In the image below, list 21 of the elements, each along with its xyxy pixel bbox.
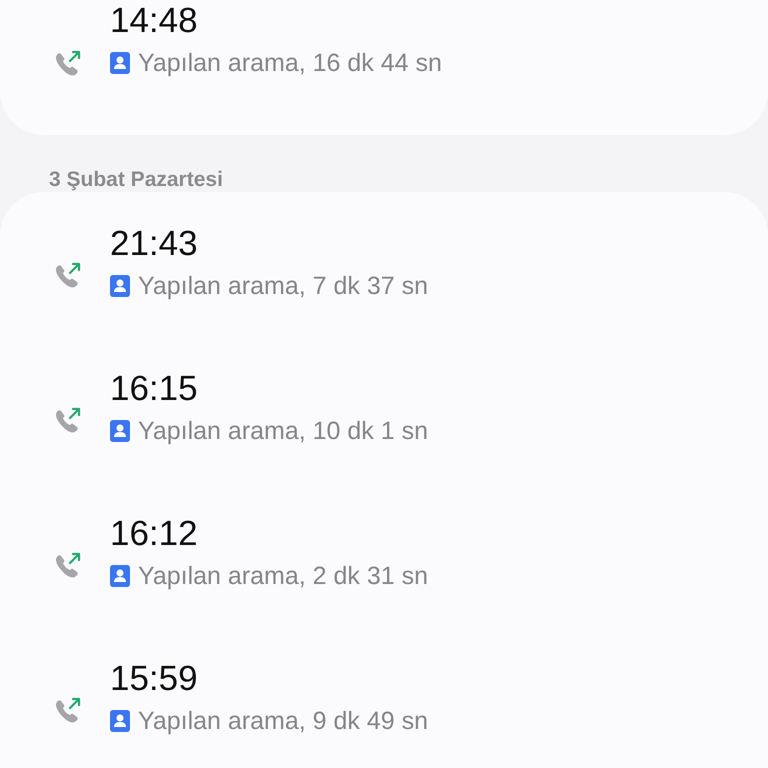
- contact-icon: [110, 710, 130, 732]
- call-detail: Yapılan arama, 9 dk 49 sn: [138, 706, 428, 737]
- call-time: 21:43: [110, 223, 199, 265]
- call-row[interactable]: 14:48 Yapılan arama, 16 dk 44 sn: [52, 0, 728, 135]
- contact-icon: [110, 420, 130, 442]
- call-detail: Yapılan arama, 16 dk 44 sn: [138, 48, 442, 79]
- call-time: 16:15: [110, 368, 199, 410]
- call-detail: Yapılan arama, 10 dk 1 sn: [138, 416, 428, 447]
- call-row[interactable]: 21:43 Yapılan arama, 7 dk 37 sn: [52, 192, 728, 337]
- call-detail: Yapılan arama, 2 dk 31 sn: [138, 561, 428, 592]
- contact-icon: [110, 52, 130, 74]
- call-row[interactable]: 16:12 Yapılan arama, 2 dk 31 sn: [52, 482, 728, 627]
- call-row[interactable]: 16:15 Yapılan arama, 10 dk 1 sn: [52, 337, 728, 482]
- call-time: 15:59: [110, 658, 199, 700]
- call-row[interactable]: 15:59 Yapılan arama, 9 dk 49 sn: [52, 627, 728, 768]
- date-header: 3 Şubat Pazartesi: [48, 167, 224, 192]
- call-time: 14:48: [110, 0, 199, 42]
- call-detail: Yapılan arama, 7 dk 37 sn: [138, 271, 428, 302]
- contact-icon: [110, 565, 130, 587]
- contact-icon: [110, 275, 130, 297]
- call-time: 16:12: [110, 513, 199, 555]
